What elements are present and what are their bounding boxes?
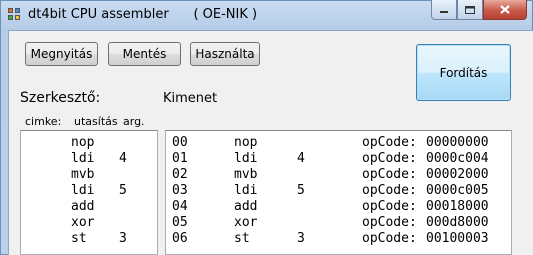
output-line-opcode: 00000000 <box>426 135 489 150</box>
editor-line-instruction: st <box>71 231 87 246</box>
compile-button[interactable]: Fordítás <box>416 44 511 101</box>
output-line-argument: 5 <box>297 183 305 198</box>
close-icon <box>500 5 510 14</box>
output-line-opcode-label: opCode: <box>362 199 417 214</box>
editor-line: st 3 <box>21 231 157 247</box>
open-button[interactable]: Megnyitás <box>25 42 98 66</box>
editor-line-argument: 4 <box>119 151 127 166</box>
editor-line: xor <box>21 215 157 231</box>
output-line-opcode: 0000c005 <box>426 183 489 198</box>
output-line-opcode: 00002000 <box>426 167 489 182</box>
editor-line: nop <box>21 135 157 151</box>
output-line-opcode: 0000c004 <box>426 151 489 166</box>
output-line-address: 02 <box>172 167 188 182</box>
column-header-label: cimke: <box>25 115 62 128</box>
output-line-argument: 3 <box>297 231 305 246</box>
output-line-address: 04 <box>172 199 188 214</box>
editor-line-instruction: nop <box>71 135 95 150</box>
editor-line-instruction: xor <box>71 215 95 230</box>
editor-line: ldi 5 <box>21 183 157 199</box>
output-line-instruction: nop <box>234 135 258 150</box>
output-line-instruction: ldi <box>234 183 258 198</box>
close-button[interactable] <box>483 0 527 20</box>
output-line-opcode: 00018000 <box>426 199 489 214</box>
output-line-argument: 4 <box>297 151 305 166</box>
output-line: 03 ldi 5 opCode: 0000c005 <box>166 183 511 199</box>
maximize-icon <box>465 5 475 14</box>
output-line-address: 00 <box>172 135 188 150</box>
output-line: 00 nop opCode: 00000000 <box>166 135 511 151</box>
output-title: Kimenet <box>163 91 218 106</box>
output-line-instruction: add <box>234 199 258 214</box>
output-line-instruction: ldi <box>234 151 258 166</box>
output-line-instruction: st <box>234 231 250 246</box>
output-line: 04 add opCode: 00018000 <box>166 199 511 215</box>
column-header-argument: arg. <box>123 115 145 128</box>
output-line-opcode-label: opCode: <box>362 151 417 166</box>
output-line-address: 06 <box>172 231 188 246</box>
maximize-button[interactable] <box>457 0 483 20</box>
output-line-opcode-label: opCode: <box>362 215 417 230</box>
output-line: 05 xor opCode: 000d8000 <box>166 215 511 231</box>
editor-line: add <box>21 199 157 215</box>
editor-line-instruction: add <box>71 199 95 214</box>
output-line-instruction: mvb <box>234 167 258 182</box>
app-icon <box>8 8 22 22</box>
output-line-address: 01 <box>172 151 188 166</box>
caption-buttons <box>431 0 527 21</box>
usage-button[interactable]: Használta <box>190 42 260 66</box>
editor-line-argument: 5 <box>119 183 127 198</box>
editor-title: Szerkesztő: <box>20 90 101 106</box>
editor-line: ldi 4 <box>21 151 157 167</box>
output-line: 02 mvb opCode: 00002000 <box>166 167 511 183</box>
output-line-opcode-label: opCode: <box>362 167 417 182</box>
editor-line-instruction: ldi <box>71 151 95 166</box>
output-textbox[interactable]: 00 nop opCode: 00000000 01 ldi 4 opCode:… <box>165 130 512 255</box>
output-line-address: 05 <box>172 215 188 230</box>
editor-textbox[interactable]: nop ldi 4 mvb ldi 5 add xor st 3 <box>20 130 158 255</box>
column-header-instruction: utasítás <box>74 115 118 128</box>
title-bar[interactable]: dt4bit CPU assembler ( OE-NIK ) <box>0 0 533 30</box>
minimize-button[interactable] <box>431 0 457 20</box>
output-line-opcode-label: opCode: <box>362 183 417 198</box>
editor-line-instruction: mvb <box>71 167 95 182</box>
output-line: 06 st 3 opCode: 00100003 <box>166 231 511 247</box>
editor-line-instruction: ldi <box>71 183 95 198</box>
output-line-instruction: xor <box>234 215 258 230</box>
output-line-opcode: 000d8000 <box>426 215 489 230</box>
minimize-icon <box>440 10 448 13</box>
window-title: dt4bit CPU assembler ( OE-NIK ) <box>28 7 258 22</box>
output-line: 01 ldi 4 opCode: 0000c004 <box>166 151 511 167</box>
editor-line: mvb <box>21 167 157 183</box>
output-line-opcode-label: opCode: <box>362 231 417 246</box>
output-line-address: 03 <box>172 183 188 198</box>
output-line-opcode-label: opCode: <box>362 135 417 150</box>
output-line-opcode: 00100003 <box>426 231 489 246</box>
editor-line-argument: 3 <box>119 231 127 246</box>
save-button[interactable]: Mentés <box>108 42 181 66</box>
